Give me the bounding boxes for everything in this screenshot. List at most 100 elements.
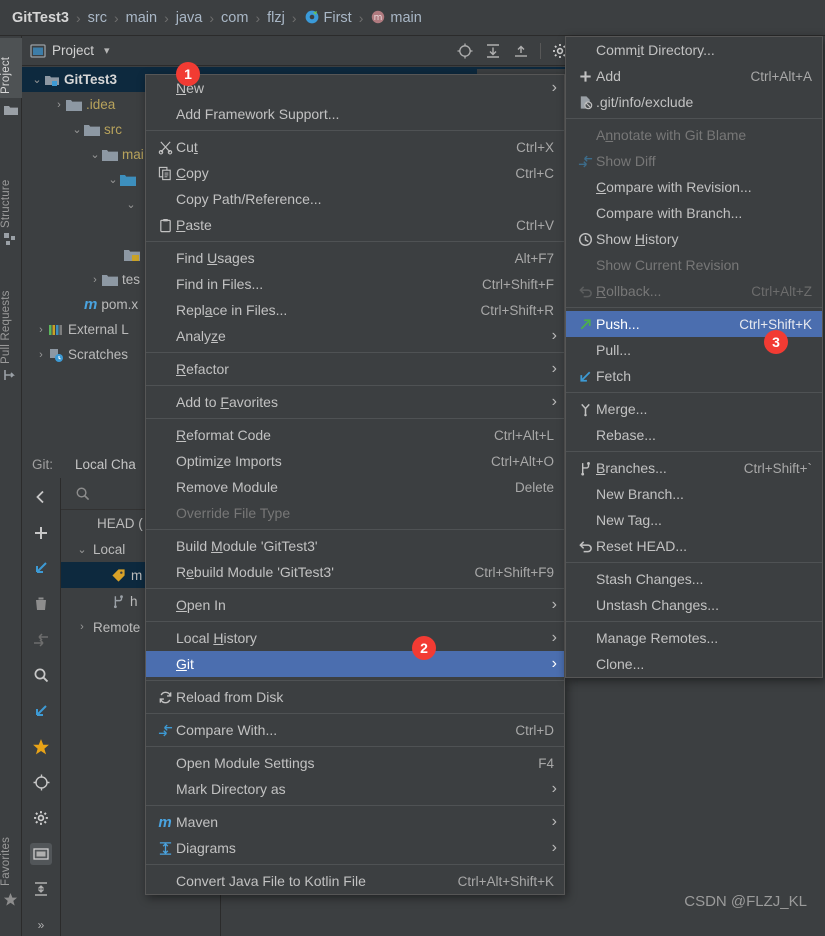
menu-item-label: Paste (176, 217, 212, 233)
menu-item-convert-java-file-to-kotlin-file[interactable]: Convert Java File to Kotlin File Ctrl+Alt… (146, 868, 564, 894)
breadcrumb: GitTest3 › src › main › java › com › flzj › First › m m… (0, 0, 825, 36)
menu-item-git[interactable]: Git › (146, 651, 564, 677)
resource-folder-icon (124, 248, 140, 262)
menu-item-build-module-gittest3[interactable]: Build Module 'GitTest3' (146, 533, 564, 559)
collapse-left-icon[interactable] (30, 486, 52, 508)
breadcrumb-item-src[interactable]: src (88, 10, 107, 26)
menu-item-find-in-files[interactable]: Find in Files... Ctrl+Shift+F (146, 271, 564, 297)
menu-item-open-module-settings[interactable]: Open Module Settings F4 (146, 750, 564, 776)
breadcrumb-label: com (221, 9, 249, 26)
menu-item-refactor[interactable]: Refactor › (146, 356, 564, 382)
breadcrumb-item-java[interactable]: java (176, 10, 203, 26)
copy-icon (154, 166, 176, 181)
breadcrumb-item-main[interactable]: m main (370, 9, 422, 26)
sidebar-item-project[interactable]: Project (0, 38, 22, 98)
git-tab-local-changes[interactable]: Local Cha (75, 457, 136, 472)
menu-item-diagrams[interactable]: Diagrams › (146, 835, 564, 861)
tree-twisty[interactable]: ⌄ (75, 543, 89, 556)
menu-item-open-in[interactable]: Open In › (146, 592, 564, 618)
tree-twisty[interactable]: ⌄ (124, 198, 138, 211)
expand-icon[interactable] (30, 879, 52, 901)
menu-item-label: Rebuild Module 'GitTest3' (176, 564, 334, 580)
menu-item-maven[interactable]: m Maven › (146, 809, 564, 835)
menu-item-local-history[interactable]: Local History › (146, 625, 564, 651)
locate-icon[interactable] (456, 42, 474, 60)
menu-item-unstash-changes[interactable]: Unstash Changes... (566, 592, 822, 618)
menu-item-stash-changes[interactable]: Stash Changes... (566, 566, 822, 592)
sidebar-item-structure[interactable]: Structure (0, 154, 22, 228)
menu-item-new-tag[interactable]: New Tag... (566, 507, 822, 533)
menu-item-fetch[interactable]: Fetch (566, 363, 822, 389)
menu-item-label: Compare With... (176, 722, 278, 738)
menu-item-add-framework-support[interactable]: Add Framework Support... (146, 101, 564, 127)
expand-all-icon[interactable] (484, 42, 502, 60)
search-icon[interactable] (30, 664, 52, 686)
menu-item-show-history[interactable]: Show History (566, 226, 822, 252)
menu-item-find-usages[interactable]: Find Usages Alt+F7 (146, 245, 564, 271)
breadcrumb-item-com[interactable]: com (221, 10, 248, 26)
window-icon[interactable] (30, 842, 52, 865)
fetch-icon[interactable] (30, 700, 52, 722)
menu-item-paste[interactable]: Paste Ctrl+V (146, 212, 564, 238)
menu-item-git-info-exclude[interactable]: .git/info/exclude (566, 89, 822, 115)
menu-item-manage-remotes[interactable]: Manage Remotes... (566, 625, 822, 651)
menu-item-rebuild-module-gittest3[interactable]: Rebuild Module 'GitTest3' Ctrl+Shift+F9 (146, 559, 564, 585)
menu-item-reformat-code[interactable]: Reformat Code Ctrl+Alt+L (146, 422, 564, 448)
menu-item-new-branch[interactable]: New Branch... (566, 481, 822, 507)
tree-twisty[interactable]: › (34, 349, 48, 361)
menu-item-copy-path-reference[interactable]: Copy Path/Reference... (146, 186, 564, 212)
menu-item-add[interactable]: Add Ctrl+Alt+A (566, 63, 822, 89)
menu-item-label: Open In (176, 597, 226, 613)
tree-twisty[interactable]: ⌄ (30, 73, 44, 86)
tree-twisty[interactable]: ⌄ (88, 148, 102, 161)
menu-item-merge[interactable]: Merge... (566, 396, 822, 422)
gear-icon[interactable] (30, 807, 52, 829)
menu-item-remove-module[interactable]: Remove Module Delete (146, 474, 564, 500)
breadcrumb-item-flzj[interactable]: flzj (267, 10, 285, 26)
menu-item-replace-in-files[interactable]: Replace in Files... Ctrl+Shift+R (146, 297, 564, 323)
breadcrumb-item-gittest3[interactable]: GitTest3 (12, 10, 69, 26)
tree-twisty[interactable]: › (52, 99, 66, 111)
menu-item-compare-with-branch[interactable]: Compare with Branch... (566, 200, 822, 226)
menu-item-add-to-favorites[interactable]: Add to Favorites › (146, 389, 564, 415)
tree-twisty[interactable]: ⌄ (70, 123, 84, 136)
menu-item-shortcut: Ctrl+Shift+` (743, 460, 812, 476)
checkout-icon[interactable] (30, 557, 52, 579)
breadcrumb-item-main[interactable]: main (126, 10, 157, 26)
delete-icon[interactable] (30, 593, 52, 615)
more-icon[interactable]: » (30, 914, 52, 936)
menu-item-commit-directory[interactable]: Commit Directory... (566, 37, 822, 63)
star-icon[interactable] (30, 736, 52, 758)
breadcrumb-separator: › (113, 9, 119, 26)
add-icon[interactable] (30, 522, 52, 544)
tree-twisty[interactable]: ⌄ (106, 173, 120, 186)
tree-twisty[interactable]: › (75, 621, 89, 633)
diff-icon[interactable] (30, 629, 52, 651)
breadcrumb-item-first[interactable]: First (304, 9, 352, 26)
locate-icon[interactable] (30, 772, 52, 794)
chevron-down-icon[interactable]: ▾ (104, 44, 110, 57)
menu-item-optimize-imports[interactable]: Optimize Imports Ctrl+Alt+O (146, 448, 564, 474)
tree-twisty[interactable]: › (88, 274, 102, 286)
menu-item-new[interactable]: New › (146, 75, 564, 101)
menu-item-mark-directory-as[interactable]: Mark Directory as › (146, 776, 564, 802)
menu-item-rebase[interactable]: Rebase... (566, 422, 822, 448)
collapse-all-icon[interactable] (512, 42, 530, 60)
menu-item-reload-from-disk[interactable]: Reload from Disk (146, 684, 564, 710)
menu-item-compare-with-revision[interactable]: Compare with Revision... (566, 174, 822, 200)
menu-item-label: Annotate with Git Blame (596, 127, 747, 143)
menu-item-clone[interactable]: Clone... (566, 651, 822, 677)
chevron-right-icon: › (551, 813, 557, 830)
menu-item-compare-with[interactable]: Compare With... Ctrl+D (146, 717, 564, 743)
sidebar-item-favorites[interactable]: Favorites (0, 808, 22, 886)
menu-item-copy[interactable]: Copy Ctrl+C (146, 160, 564, 186)
menu-item-cut[interactable]: Cut Ctrl+X (146, 134, 564, 160)
breadcrumb-label: flzj (267, 9, 285, 26)
sidebar-item-pull-requests[interactable]: Pull Requests (0, 266, 22, 364)
menu-item-label: Merge... (596, 401, 648, 417)
menu-item-analyze[interactable]: Analyze › (146, 323, 564, 349)
menu-item-branches[interactable]: Branches... Ctrl+Shift+` (566, 455, 822, 481)
menu-item-shortcut: Ctrl+Alt+Shift+K (457, 873, 554, 889)
tree-twisty[interactable]: › (34, 324, 48, 336)
menu-item-reset-head[interactable]: Reset HEAD... (566, 533, 822, 559)
